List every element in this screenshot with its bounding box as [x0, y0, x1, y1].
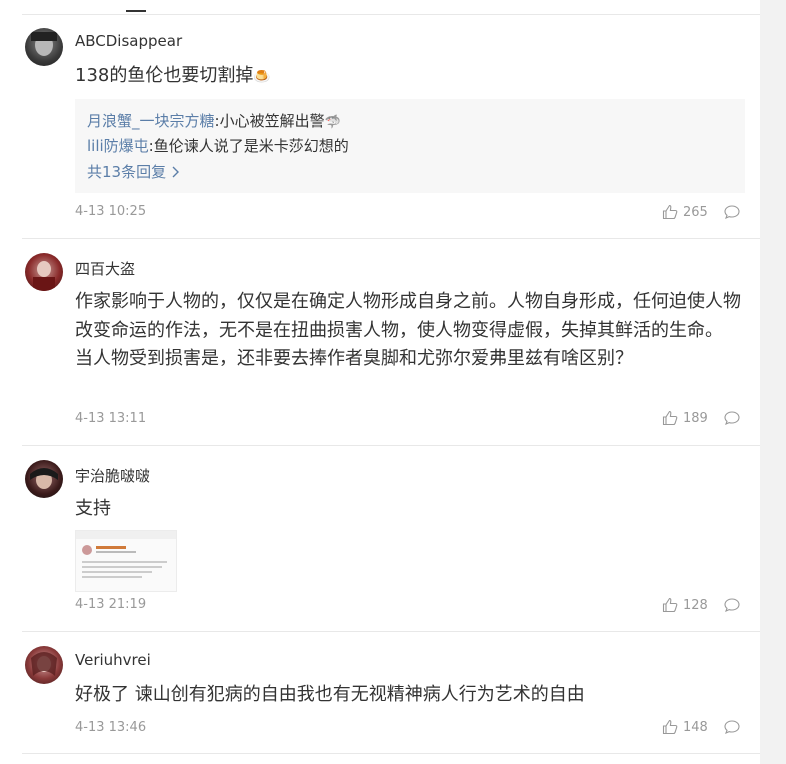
like-count: 148: [683, 719, 708, 735]
attached-image-thumbnail[interactable]: [75, 530, 177, 592]
comment-time: 4-13 13:11: [75, 411, 147, 426]
reply-line: 月浪蟹_一块宗方糖:小心被笠解出警🦈: [87, 110, 341, 131]
username[interactable]: ABCDisappear: [75, 32, 182, 50]
screenshot-thumbnail: [76, 531, 176, 578]
divider: [22, 238, 760, 239]
reply-line: lili防爆屯:鱼伦谏人说了是米卡莎幻想的: [87, 135, 349, 156]
comment-time: 4-13 10:25: [75, 204, 147, 219]
username[interactable]: Veriuhvrei: [75, 651, 151, 669]
reply-text: 鱼伦谏人说了是米卡莎幻想的: [153, 137, 349, 155]
avatar-image: [30, 468, 58, 489]
comment-text: 好极了 谏山创有犯病的自由我也有无视精神病人行为艺术的自由: [75, 684, 585, 705]
like-count: 189: [683, 410, 708, 426]
username[interactable]: 宇治脆啵啵: [75, 465, 150, 486]
reply-text: 小心被笠解出警: [219, 112, 325, 130]
like-count: 128: [683, 597, 708, 613]
chevron-right-icon: [172, 166, 179, 178]
reply-username[interactable]: lili防爆屯: [87, 137, 149, 155]
like-button[interactable]: 128: [662, 597, 708, 613]
divider: [22, 753, 760, 754]
comment-text-content: 138的鱼伦也要切割掉: [75, 65, 254, 86]
thumbs-up-icon: [662, 204, 678, 220]
avatar-image: [33, 261, 55, 291]
thumbs-up-icon: [662, 597, 678, 613]
comment-panel: ABCDisappear 138的鱼伦也要切割掉🍮 月浪蟹_一块宗方糖:小心被笠…: [0, 0, 760, 764]
avatar-image: [31, 652, 57, 676]
comment-time: 4-13 13:46: [75, 720, 147, 735]
like-button[interactable]: 189: [662, 410, 708, 426]
scrollbar[interactable]: [760, 0, 786, 764]
more-replies-label[interactable]: 共13条回复: [87, 163, 166, 181]
avatar[interactable]: [25, 460, 63, 498]
comment-text: 作家影响于人物的，仅仅是在确定人物形成自身之前。人物自身形成，任何迫使人物改变命…: [75, 291, 741, 369]
comment-text: 支持: [75, 498, 111, 519]
comment-icon[interactable]: [724, 597, 740, 613]
avatar-image: [31, 32, 57, 56]
comment-icon[interactable]: [724, 719, 740, 735]
comment-text: 138的鱼伦也要切割掉🍮: [75, 62, 745, 92]
divider: [22, 631, 760, 632]
comment-icon[interactable]: [724, 410, 740, 426]
comment-time: 4-13 21:19: [75, 597, 147, 612]
tab-indicator: [126, 10, 146, 12]
divider: [22, 445, 760, 446]
like-count: 265: [683, 204, 708, 220]
avatar[interactable]: [25, 28, 63, 66]
shark-emoji: 🦈: [324, 115, 341, 130]
avatar[interactable]: [25, 646, 63, 684]
more-replies-link[interactable]: 共13条回复: [87, 161, 181, 182]
username[interactable]: 四百大盗: [75, 258, 135, 279]
reply-box[interactable]: 月浪蟹_一块宗方糖:小心被笠解出警🦈 lili防爆屯:鱼伦谏人说了是米卡莎幻想的…: [75, 99, 745, 193]
thumbs-up-icon: [662, 719, 678, 735]
like-button[interactable]: 148: [662, 719, 708, 735]
comment-icon[interactable]: [724, 204, 740, 220]
avatar[interactable]: [25, 253, 63, 291]
reply-username[interactable]: 月浪蟹_一块宗方糖: [87, 112, 215, 130]
thumbs-up-icon: [662, 410, 678, 426]
like-button[interactable]: 265: [662, 204, 708, 220]
divider: [22, 14, 760, 15]
pudding-emoji: 🍮: [253, 69, 271, 85]
